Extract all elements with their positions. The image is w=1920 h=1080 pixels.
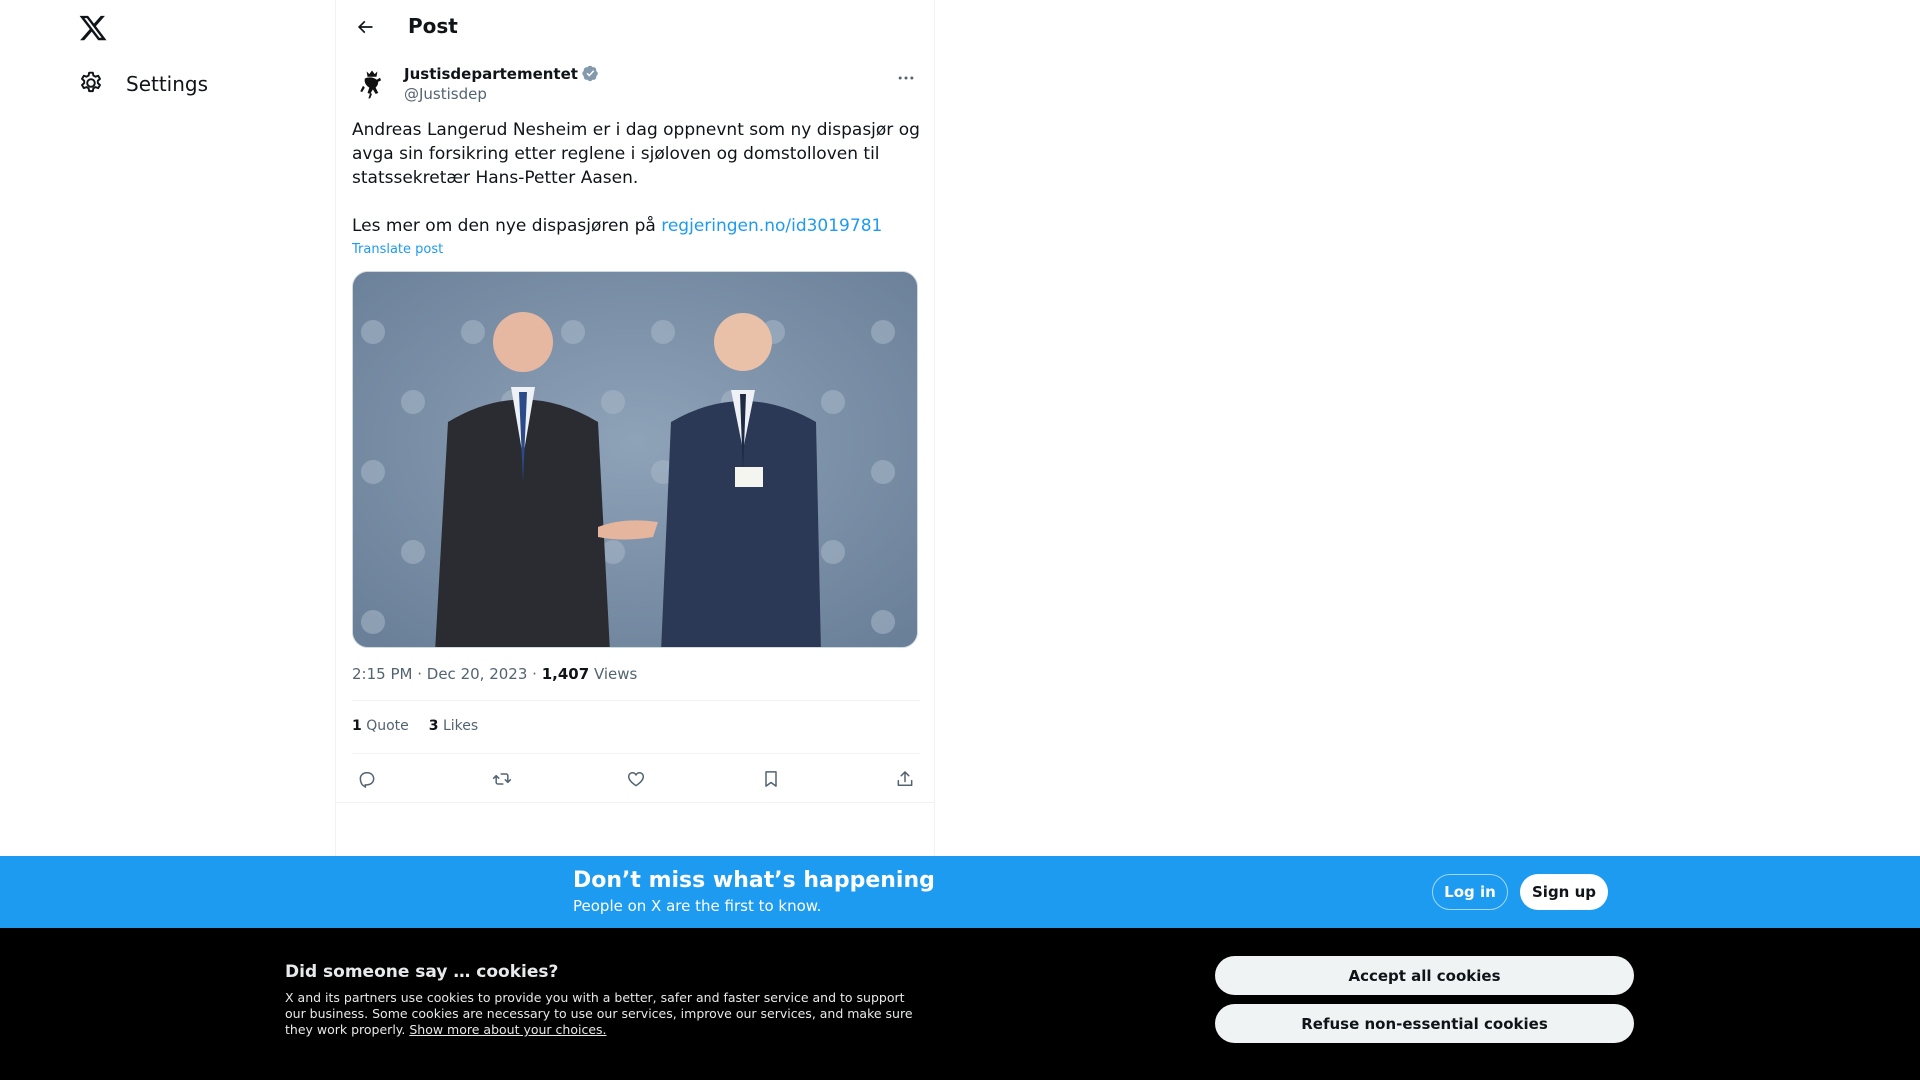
photo-illustration <box>353 272 917 647</box>
views-label: Views <box>593 665 638 683</box>
post-header: Post <box>336 0 934 53</box>
login-button[interactable]: Log in <box>1432 874 1508 910</box>
author-handle[interactable]: @Justisdep <box>404 85 487 103</box>
nav-settings-label: Settings <box>126 72 209 96</box>
likes-label: Likes <box>442 718 479 734</box>
author-name[interactable]: Justisdepartementet <box>404 65 578 83</box>
refuse-cookies-button[interactable]: Refuse non-essential cookies <box>1215 1004 1634 1043</box>
post-date[interactable]: Dec 20, 2023 <box>427 665 528 683</box>
x-logo-icon[interactable] <box>78 13 110 45</box>
signup-title: Don’t miss what’s happening <box>573 868 935 893</box>
author-name-row: Justisdepartementet <box>404 65 600 83</box>
post-text-paragraph-1: Andreas Langerud Nesheim er i dag oppnev… <box>352 120 920 188</box>
like-icon[interactable] <box>621 764 651 794</box>
post-actions <box>352 764 920 794</box>
quote-label: Quote <box>366 718 409 734</box>
post-image[interactable] <box>352 271 918 648</box>
post-stats: 1 Quote 3 Likes <box>352 718 478 734</box>
post-time[interactable]: 2:15 PM <box>352 665 412 683</box>
more-options-icon[interactable] <box>894 66 918 90</box>
back-arrow-icon[interactable] <box>350 12 380 42</box>
divider <box>336 802 934 803</box>
likes-count: 3 <box>428 718 439 734</box>
signup-bar: Don’t miss what’s happening People on X … <box>0 856 1920 928</box>
nav-settings[interactable]: Settings <box>78 70 208 98</box>
share-icon[interactable] <box>890 764 920 794</box>
views-count: 1,407 <box>541 665 590 683</box>
cookie-choices-link[interactable]: Show more about your choices. <box>409 1022 606 1037</box>
post-text-prefix: Les mer om den nye dispasjøren på <box>352 216 662 236</box>
quote-count: 1 <box>352 718 362 734</box>
cookie-banner: Did someone say … cookies? X and its par… <box>0 928 1920 1080</box>
signup-button[interactable]: Sign up <box>1520 874 1608 910</box>
divider <box>352 700 920 701</box>
meta-separator: · <box>417 665 427 683</box>
quote-stat[interactable]: 1 Quote <box>352 718 409 734</box>
gear-icon <box>78 70 106 98</box>
accept-cookies-button[interactable]: Accept all cookies <box>1215 956 1634 995</box>
post-link[interactable]: regjeringen.no/id3019781 <box>661 216 882 236</box>
post-text-paragraph-2: Les mer om den nye dispasjøren på regjer… <box>352 214 920 238</box>
translate-post-link[interactable]: Translate post <box>352 242 443 257</box>
avatar[interactable] <box>352 64 392 104</box>
signup-subtitle: People on X are the first to know. <box>573 897 822 915</box>
cookie-text: X and its partners use cookies to provid… <box>285 990 915 1038</box>
post-meta: 2:15 PM · Dec 20, 2023 · 1,407 Views <box>352 665 637 683</box>
bookmark-icon[interactable] <box>756 764 786 794</box>
repost-icon[interactable] <box>487 764 517 794</box>
reply-icon[interactable] <box>352 764 382 794</box>
post-text: Andreas Langerud Nesheim er i dag oppnev… <box>352 118 920 238</box>
verified-badge-icon <box>582 65 600 83</box>
divider <box>352 753 920 754</box>
cookie-title: Did someone say … cookies? <box>285 962 559 982</box>
likes-stat[interactable]: 3 Likes <box>429 718 478 734</box>
page-title: Post <box>408 14 458 38</box>
post-author: Justisdepartementet @Justisdep <box>352 62 918 106</box>
meta-separator: · <box>532 665 542 683</box>
